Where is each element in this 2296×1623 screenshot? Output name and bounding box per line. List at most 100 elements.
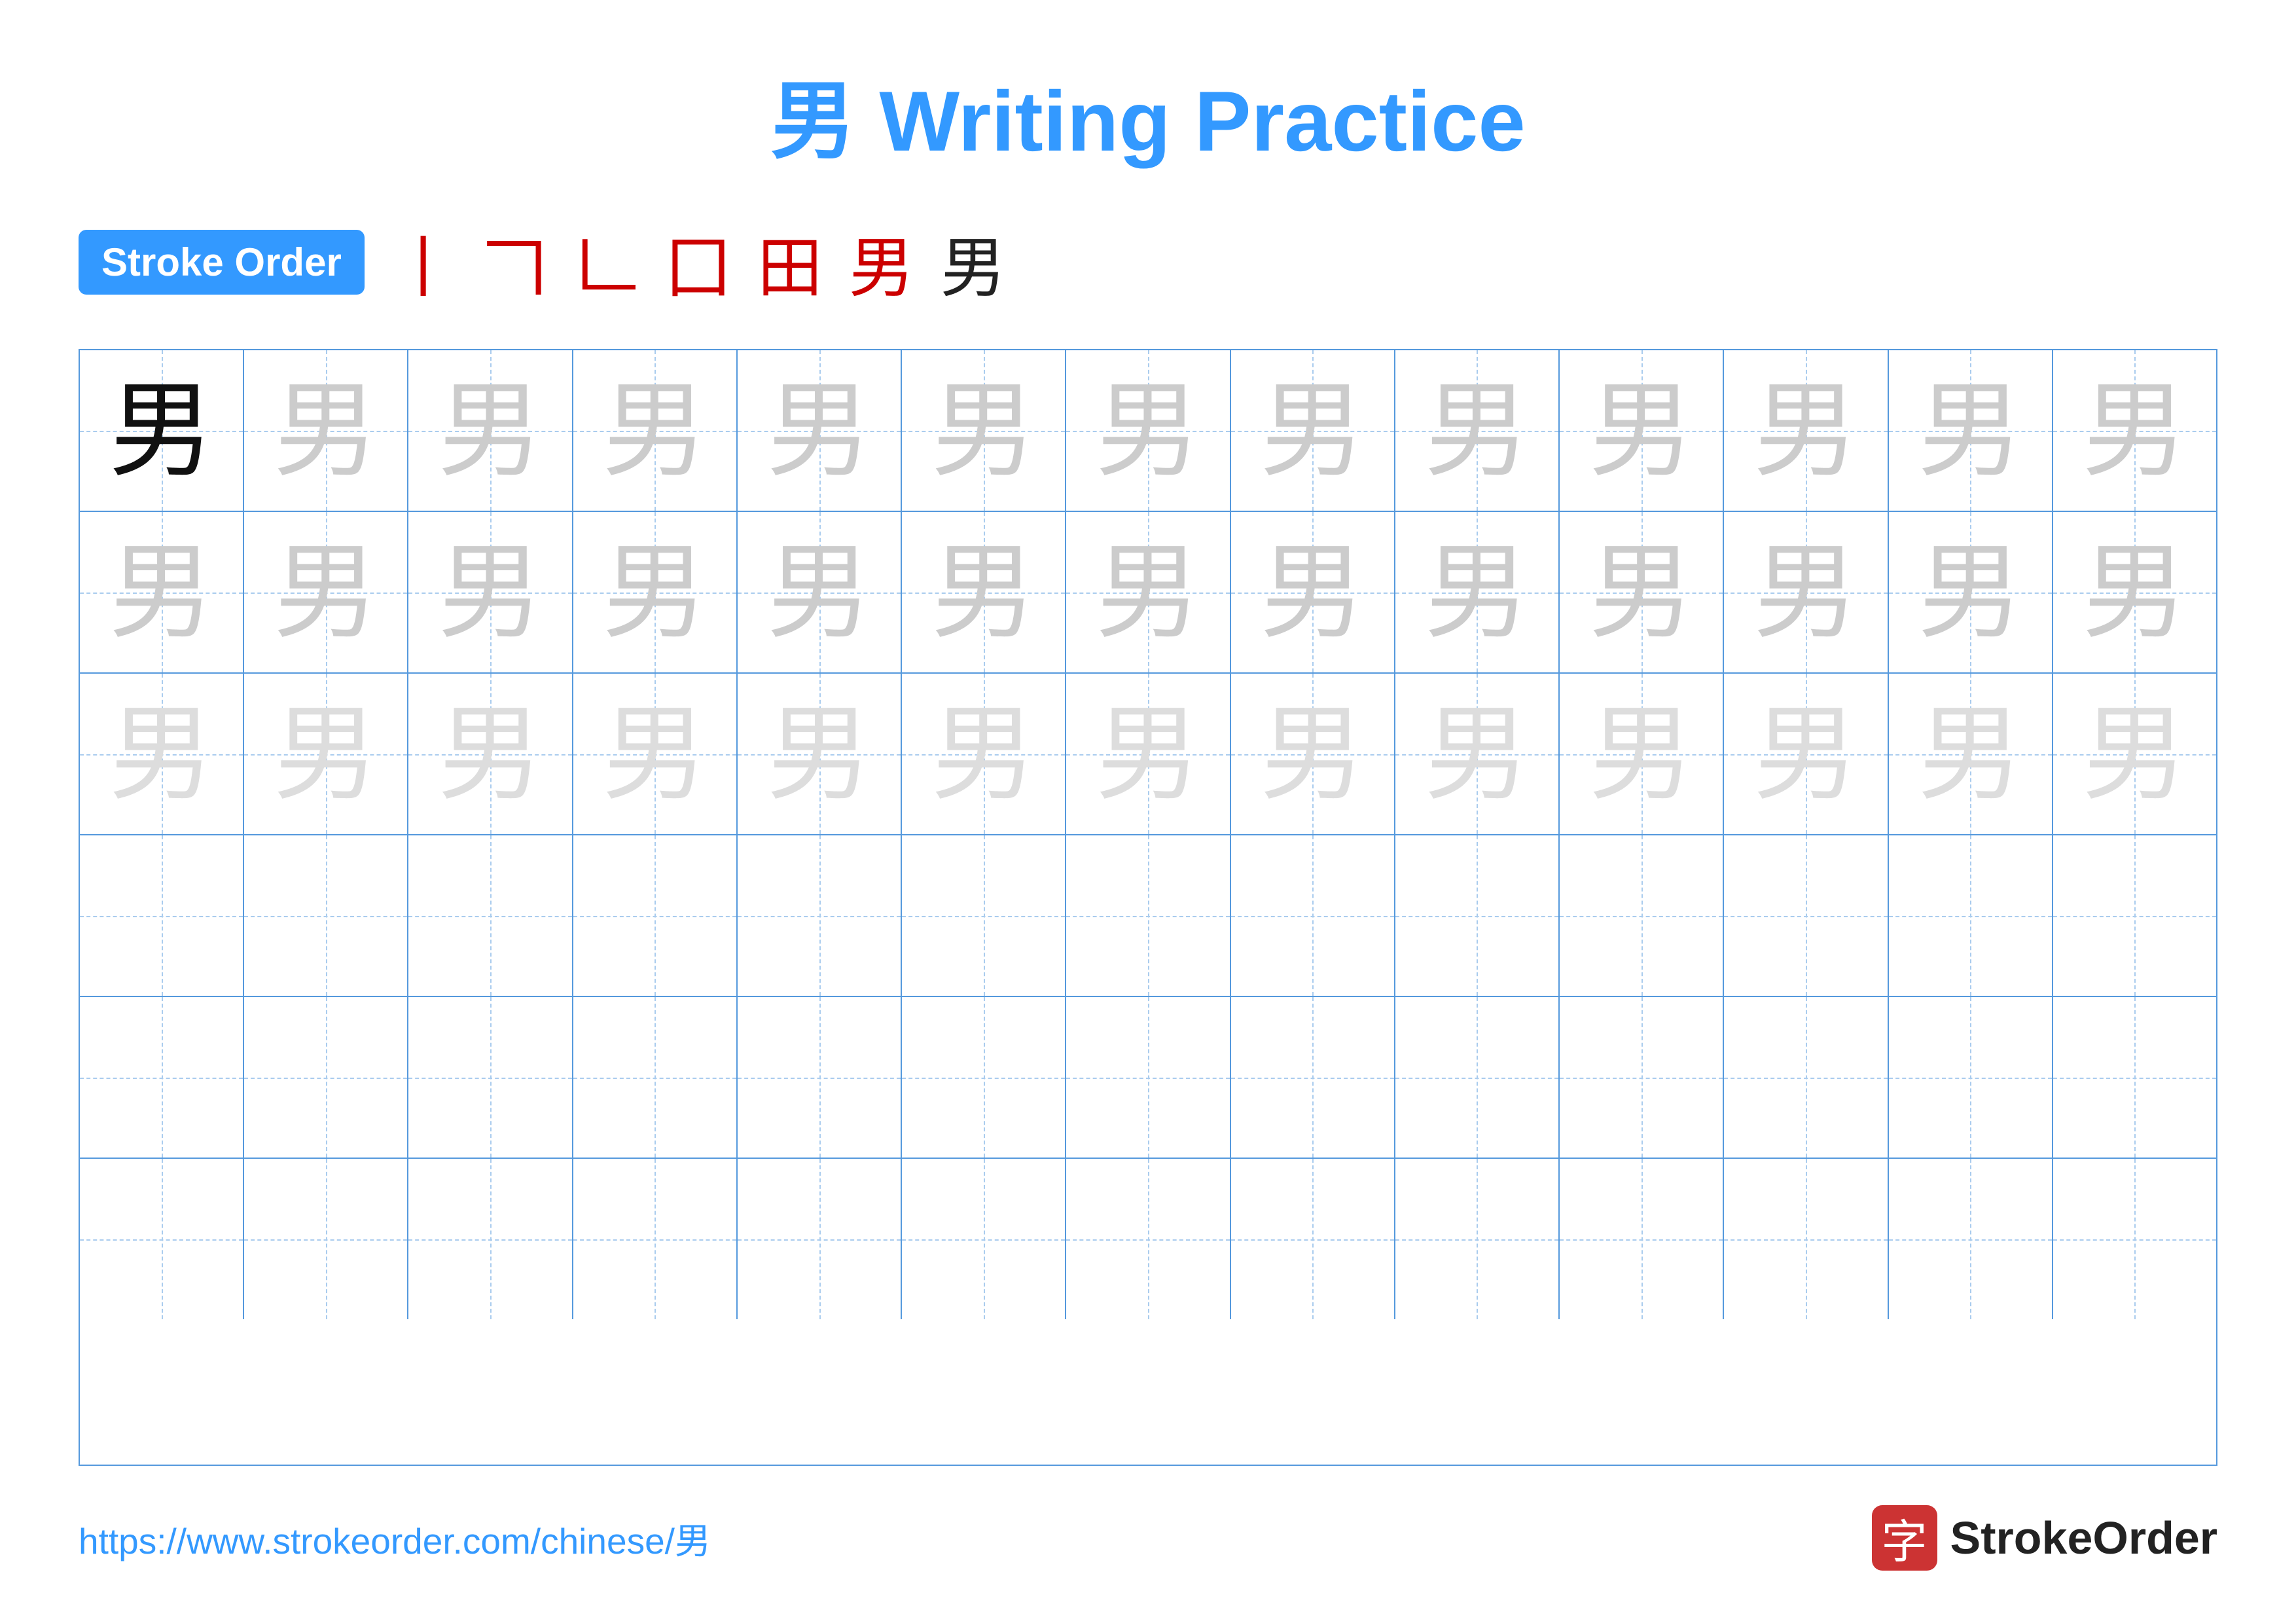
grid-cell[interactable] (80, 1159, 244, 1319)
grid-cell[interactable] (244, 1159, 408, 1319)
grid-cell: 男 (738, 512, 902, 672)
grid-cell[interactable] (80, 835, 244, 996)
footer-url: https://www.strokeorder.com/chinese/男 (79, 1512, 711, 1564)
grid-cell[interactable] (1231, 1159, 1395, 1319)
grid-cell[interactable] (1066, 1159, 1230, 1319)
stroke-6: 男 (849, 215, 914, 310)
stroke-sequence: 丨 𠃍 𠃊 囗 田 男 男 (391, 215, 1006, 310)
grid-cell[interactable] (902, 997, 1066, 1158)
grid-cell: 男 (1560, 512, 1724, 672)
stroke-2: 𠃍 (482, 215, 548, 310)
grid-cell[interactable] (1395, 997, 1560, 1158)
grid-cell[interactable] (1889, 835, 2053, 996)
logo-text: StrokeOrder (1950, 1512, 2217, 1564)
grid-cell: 男 (1395, 350, 1560, 511)
stroke-1: 丨 (391, 215, 456, 310)
grid-cell: 男 (1231, 512, 1395, 672)
grid-cell: 男 (902, 674, 1066, 834)
grid-cell: 男 (573, 512, 738, 672)
grid-cell: 男 (2053, 512, 2216, 672)
grid-cell: 男 (1889, 674, 2053, 834)
grid-cell[interactable] (1560, 997, 1724, 1158)
grid-cell: 男 (1066, 350, 1230, 511)
grid-cell[interactable] (408, 835, 573, 996)
stroke-3: 𠃊 (574, 215, 639, 310)
grid-row-2: 男 男 男 男 男 男 男 男 男 男 男 男 男 (80, 512, 2216, 674)
grid-cell: 男 (408, 674, 573, 834)
grid-cell: 男 (1889, 512, 2053, 672)
grid-row-4 (80, 835, 2216, 997)
grid-row-1: 男 男 男 男 男 男 男 男 男 男 男 男 男 (80, 350, 2216, 512)
grid-row-6 (80, 1159, 2216, 1319)
grid-cell: 男 (244, 350, 408, 511)
grid-cell: 男 (573, 350, 738, 511)
page-title: 男 Writing Practice (770, 52, 1525, 175)
grid-cell: 男 (80, 512, 244, 672)
stroke-5: 田 (757, 215, 823, 310)
grid-cell: 男 (902, 512, 1066, 672)
grid-cell[interactable] (2053, 835, 2216, 996)
grid-cell: 男 (1889, 350, 2053, 511)
grid-cell: 男 (1724, 674, 1888, 834)
grid-row-3: 男 男 男 男 男 男 男 男 男 男 男 男 男 (80, 674, 2216, 835)
grid-cell: 男 (80, 674, 244, 834)
grid-cell: 男 (738, 350, 902, 511)
grid-cell: 男 (902, 350, 1066, 511)
grid-cell: 男 (1066, 674, 1230, 834)
grid-cell: 男 (1560, 674, 1724, 834)
grid-cell[interactable] (2053, 1159, 2216, 1319)
grid-cell[interactable] (738, 997, 902, 1158)
grid-cell[interactable] (80, 997, 244, 1158)
grid-cell[interactable] (1231, 997, 1395, 1158)
grid-cell[interactable] (573, 1159, 738, 1319)
grid-cell[interactable] (1395, 835, 1560, 996)
grid-cell[interactable] (1889, 1159, 2053, 1319)
grid-cell: 男 (738, 674, 902, 834)
grid-cell: 男 (244, 674, 408, 834)
grid-cell[interactable] (2053, 997, 2216, 1158)
grid-cell[interactable] (902, 1159, 1066, 1319)
grid-cell: 男 (1066, 512, 1230, 672)
grid-cell[interactable] (1724, 1159, 1888, 1319)
grid-cell: 男 (573, 674, 738, 834)
grid-cell[interactable] (1560, 1159, 1724, 1319)
page-container: 男 Writing Practice Stroke Order 丨 𠃍 𠃊 囗 … (0, 0, 2296, 1623)
grid-cell[interactable] (738, 835, 902, 996)
grid-cell[interactable] (408, 997, 573, 1158)
grid-cell[interactable] (573, 997, 738, 1158)
logo-icon: 字 (1872, 1505, 1937, 1571)
stroke-order-row: Stroke Order 丨 𠃍 𠃊 囗 田 男 男 (79, 215, 2217, 310)
footer-logo: 字 StrokeOrder (1872, 1505, 2217, 1571)
grid-cell[interactable] (1560, 835, 1724, 996)
grid-row-5 (80, 997, 2216, 1159)
grid-cell: 男 (1560, 350, 1724, 511)
grid-cell[interactable] (1724, 835, 1888, 996)
grid-cell: 男 (2053, 674, 2216, 834)
grid-cell[interactable] (738, 1159, 902, 1319)
grid-cell: 男 (2053, 350, 2216, 511)
grid-cell[interactable] (573, 835, 738, 996)
stroke-4: 囗 (666, 215, 731, 310)
grid-cell[interactable] (244, 997, 408, 1158)
grid-cell[interactable] (1066, 997, 1230, 1158)
practice-grid: 男 男 男 男 男 男 男 男 男 男 男 男 男 男 男 男 男 男 男 男 … (79, 349, 2217, 1466)
grid-cell: 男 (1395, 674, 1560, 834)
stroke-order-badge: Stroke Order (79, 230, 365, 295)
grid-cell: 男 (408, 512, 573, 672)
grid-cell: 男 (244, 512, 408, 672)
grid-cell: 男 (80, 350, 244, 511)
grid-cell[interactable] (1395, 1159, 1560, 1319)
grid-cell: 男 (1724, 512, 1888, 672)
grid-cell[interactable] (408, 1159, 573, 1319)
footer: https://www.strokeorder.com/chinese/男 字 … (79, 1505, 2217, 1571)
grid-cell: 男 (408, 350, 573, 511)
grid-cell: 男 (1231, 350, 1395, 511)
grid-cell[interactable] (244, 835, 408, 996)
grid-cell[interactable] (1889, 997, 2053, 1158)
grid-cell: 男 (1724, 350, 1888, 511)
grid-cell: 男 (1231, 674, 1395, 834)
grid-cell[interactable] (902, 835, 1066, 996)
grid-cell[interactable] (1231, 835, 1395, 996)
grid-cell[interactable] (1724, 997, 1888, 1158)
grid-cell[interactable] (1066, 835, 1230, 996)
